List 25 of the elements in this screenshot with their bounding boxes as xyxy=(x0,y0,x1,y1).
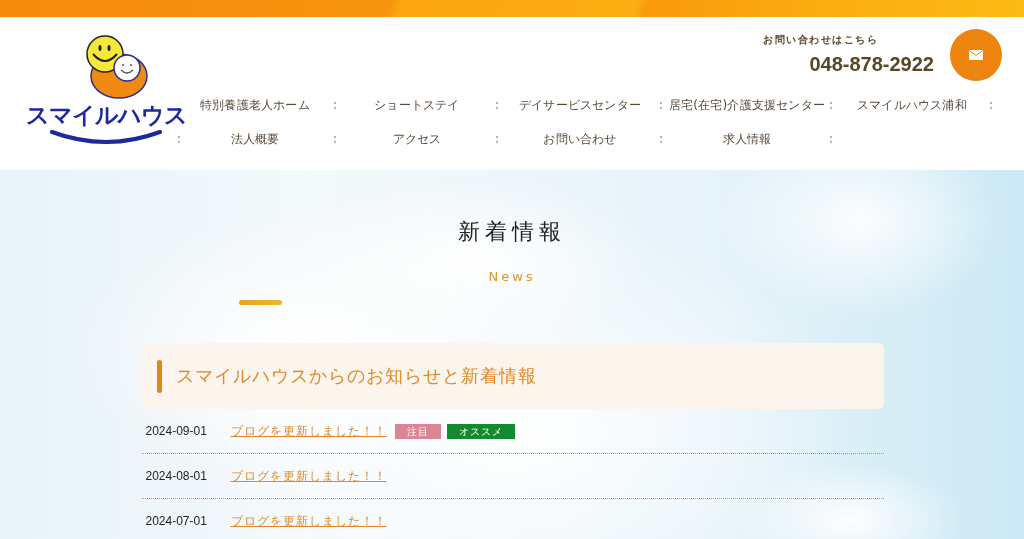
accent-bar xyxy=(238,300,282,305)
section-subtitle: News xyxy=(488,268,536,286)
mail-icon xyxy=(969,50,983,60)
nav-link[interactable]: 居宅(在宅)介護支援センター xyxy=(668,96,826,114)
news-date: 2024-07-01 xyxy=(145,513,208,529)
heading-marker xyxy=(156,359,162,393)
news-date: 2024-08-01 xyxy=(145,468,208,484)
nav-link[interactable]: デイサービスセンター xyxy=(519,96,641,114)
nav-link[interactable]: お問い合わせ xyxy=(543,130,617,148)
arc-icon xyxy=(50,130,162,144)
news-tag: オススメ xyxy=(446,423,515,439)
section-title: 新着情報 xyxy=(458,218,566,246)
mail-button[interactable] xyxy=(950,29,1002,81)
heading-text: スマイルハウスからのお知らせと新着情報 xyxy=(175,364,537,388)
contact-label: お問い合わせはこちら xyxy=(763,33,878,47)
news-date: 2024-09-01 xyxy=(145,423,208,439)
news-tag: 注目 xyxy=(394,423,441,439)
nav-link[interactable]: 特別養護老人ホーム xyxy=(200,96,310,114)
nav-link[interactable]: スマイルハウス浦和 xyxy=(857,96,967,114)
nav-link[interactable]: 求人情報 xyxy=(722,130,772,148)
nav-link[interactable]: ショートステイ xyxy=(374,96,460,114)
phone-number: 048-878-2922 xyxy=(809,52,934,77)
logo-text: スマイルハウス xyxy=(25,101,187,130)
nav-link[interactable]: アクセス xyxy=(392,130,442,148)
nav-link[interactable]: 法人概要 xyxy=(230,130,280,148)
